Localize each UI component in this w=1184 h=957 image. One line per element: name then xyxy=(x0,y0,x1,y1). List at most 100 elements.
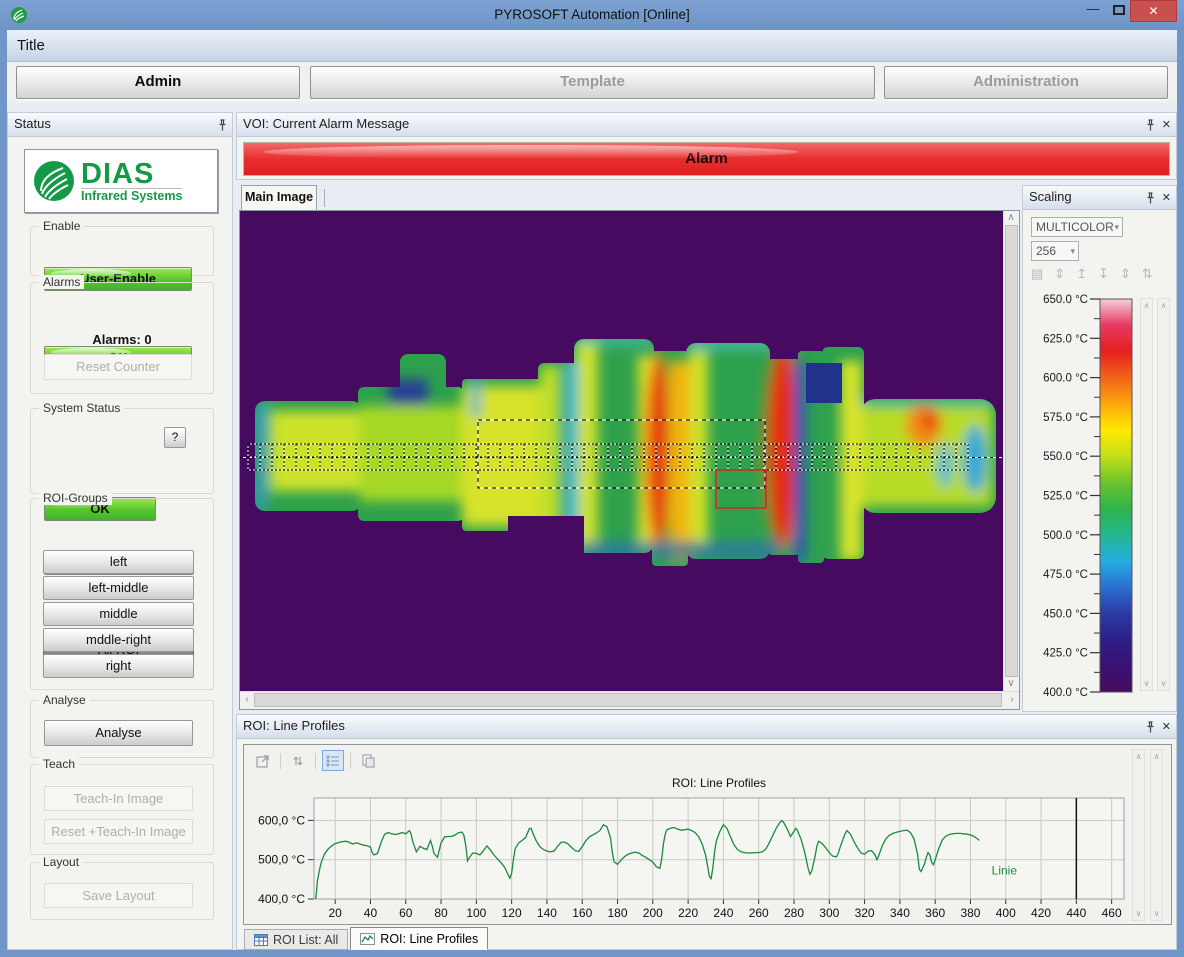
pin-icon[interactable] xyxy=(1146,192,1155,205)
chart-frame: 2040608010012014016018020022024026028030… xyxy=(243,744,1172,925)
toolbar-separator xyxy=(280,753,281,769)
scrollbar-thumb[interactable] xyxy=(1005,225,1018,677)
chart-legend: Linie xyxy=(992,864,1018,878)
scale-max-slider[interactable]: ∧ ∨ xyxy=(1140,298,1153,691)
copy-icon[interactable] xyxy=(357,750,379,771)
line-profiles-panel-header: ROI: Line Profiles ✕ xyxy=(237,715,1176,739)
image-vertical-scrollbar[interactable]: ∧ ∨ xyxy=(1003,211,1019,691)
chevron-down-icon[interactable]: ∨ xyxy=(1141,679,1152,688)
svg-text:525.0 °C: 525.0 °C xyxy=(1043,491,1088,503)
sort-icon[interactable] xyxy=(287,750,309,771)
maximize-button[interactable] xyxy=(1106,0,1132,22)
table-icon xyxy=(254,934,268,946)
close-panel-icon[interactable]: ✕ xyxy=(1162,193,1171,204)
svg-text:100: 100 xyxy=(466,906,486,920)
svg-text:400,0 °C: 400,0 °C xyxy=(258,892,305,906)
scale-properties-icon[interactable]: ▤ xyxy=(1031,266,1043,282)
analyse-button[interactable]: Analyse xyxy=(44,720,193,746)
window-title: PYROSOFT Automation [Online] xyxy=(0,7,1184,22)
roi-group-button-middle[interactable]: middle xyxy=(43,602,194,626)
scale-min-slider[interactable]: ∧ ∨ xyxy=(1157,298,1170,691)
pin-icon[interactable] xyxy=(1146,119,1155,132)
chevron-down-icon[interactable]: ∨ xyxy=(1133,909,1144,918)
line-profile-chart: 2040608010012014016018020022024026028030… xyxy=(244,746,1128,931)
title-strip: Title xyxy=(7,30,1177,62)
svg-text:340: 340 xyxy=(890,906,910,920)
dias-logo-icon xyxy=(31,158,77,204)
scrollbar-thumb[interactable] xyxy=(254,693,1002,707)
scroll-left-icon[interactable]: ‹ xyxy=(240,693,254,707)
bottom-tabs: ROI List: All ROI: Line Profiles xyxy=(244,927,490,950)
scroll-down-icon[interactable]: ∨ xyxy=(1004,677,1018,691)
svg-text:360: 360 xyxy=(925,906,945,920)
scale-auto-range-icon[interactable]: ⇕ xyxy=(1054,266,1065,282)
image-horizontal-scrollbar[interactable]: ‹ › xyxy=(240,691,1019,709)
voi-alarm-panel: VOI: Current Alarm Message ✕ Alarm xyxy=(236,112,1177,180)
nav-button-administration[interactable]: Administration xyxy=(884,66,1168,99)
svg-text:240: 240 xyxy=(713,906,733,920)
svg-text:140: 140 xyxy=(537,906,557,920)
alarms-count: Alarms: 0 xyxy=(30,332,214,347)
scale-expand-icon[interactable]: ⇕ xyxy=(1120,266,1131,282)
levels-select[interactable]: 256▾ xyxy=(1031,241,1079,261)
svg-text:425.0 °C: 425.0 °C xyxy=(1043,648,1088,660)
roi-group-button-left[interactable]: left xyxy=(43,550,194,574)
pin-icon[interactable] xyxy=(1146,721,1155,734)
svg-text:500.0 °C: 500.0 °C xyxy=(1043,530,1088,542)
tab-divider xyxy=(324,189,325,207)
tab-main-image[interactable]: Main Image xyxy=(241,185,317,210)
scale-max-up-icon[interactable]: ↥ xyxy=(1076,266,1087,282)
chart-zoom-slider[interactable]: ∧ ∨ xyxy=(1132,749,1145,921)
chevron-down-icon[interactable]: ∨ xyxy=(1158,679,1169,688)
close-button[interactable]: ✕ xyxy=(1130,0,1177,22)
alarm-banner: Alarm xyxy=(243,142,1170,176)
nav-button-admin[interactable]: Admin xyxy=(16,66,300,99)
scaling-panel: Scaling ✕ MULTICOLOR▾ 256▾ ▤ ⇕ ↥ ↧ ⇕ ⇅ 6… xyxy=(1022,185,1177,712)
svg-text:575.0 °C: 575.0 °C xyxy=(1043,412,1088,424)
svg-text:420: 420 xyxy=(1031,906,1051,920)
export-icon[interactable] xyxy=(252,750,274,771)
system-help-button[interactable]: ? xyxy=(164,427,186,448)
reset-counter-button[interactable]: Reset Counter xyxy=(44,354,192,380)
chevron-up-icon[interactable]: ∧ xyxy=(1158,301,1169,310)
svg-text:625.0 °C: 625.0 °C xyxy=(1043,333,1088,345)
reset-teach-in-image-button[interactable]: Reset +Teach-In Image xyxy=(44,819,193,844)
chevron-up-icon[interactable]: ∧ xyxy=(1151,752,1162,761)
roi-group-button-right[interactable]: right xyxy=(43,654,194,678)
scroll-up-icon[interactable]: ∧ xyxy=(1004,211,1018,225)
svg-text:20: 20 xyxy=(328,906,342,920)
scale-min-down-icon[interactable]: ↧ xyxy=(1098,266,1109,282)
logo-subtitle: Infrared Systems xyxy=(81,188,182,203)
chevron-down-icon: ▾ xyxy=(1114,218,1119,236)
chart-toolbar xyxy=(252,750,379,771)
chevron-up-icon[interactable]: ∧ xyxy=(1133,752,1144,761)
scroll-right-icon[interactable]: › xyxy=(1005,693,1019,707)
pin-icon[interactable] xyxy=(218,119,227,132)
roi-group-button-mddle-right[interactable]: mddle-right xyxy=(43,628,194,652)
teach-in-image-button[interactable]: Teach-In Image xyxy=(44,786,193,811)
chart-scroll-slider[interactable]: ∧ ∨ xyxy=(1150,749,1163,921)
minimize-button[interactable]: — xyxy=(1080,0,1106,22)
close-panel-icon[interactable]: ✕ xyxy=(1162,120,1171,131)
tab-roi-line-profiles[interactable]: ROI: Line Profiles xyxy=(350,927,488,950)
roi-group-button-left-middle[interactable]: left-middle xyxy=(43,576,194,600)
main-image-document: Main Image xyxy=(236,182,1025,713)
line-chart-icon xyxy=(360,933,375,945)
chevron-down-icon[interactable]: ∨ xyxy=(1151,909,1162,918)
main-area: Status DIAS Infrared Systems Enable User… xyxy=(7,103,1177,950)
list-view-icon[interactable] xyxy=(322,750,344,771)
title-strip-label: Title xyxy=(17,37,45,54)
tab-roi-list[interactable]: ROI List: All xyxy=(244,929,348,950)
chevron-up-icon[interactable]: ∧ xyxy=(1141,301,1152,310)
palette-select[interactable]: MULTICOLOR▾ xyxy=(1031,217,1123,237)
svg-text:60: 60 xyxy=(399,906,413,920)
close-panel-icon[interactable]: ✕ xyxy=(1162,722,1171,733)
group-system-status: System Status xyxy=(30,408,214,494)
scale-shift-icon[interactable]: ⇅ xyxy=(1142,266,1153,282)
thermal-image[interactable] xyxy=(240,211,1003,691)
nav-button-template[interactable]: Template xyxy=(310,66,875,99)
svg-text:320: 320 xyxy=(855,906,875,920)
line-profiles-panel: ROI: Line Profiles ✕ 2040608010012014016… xyxy=(236,714,1177,950)
chart-title: ROI: Line Profiles xyxy=(314,776,1124,790)
save-layout-button[interactable]: Save Layout xyxy=(44,883,193,908)
